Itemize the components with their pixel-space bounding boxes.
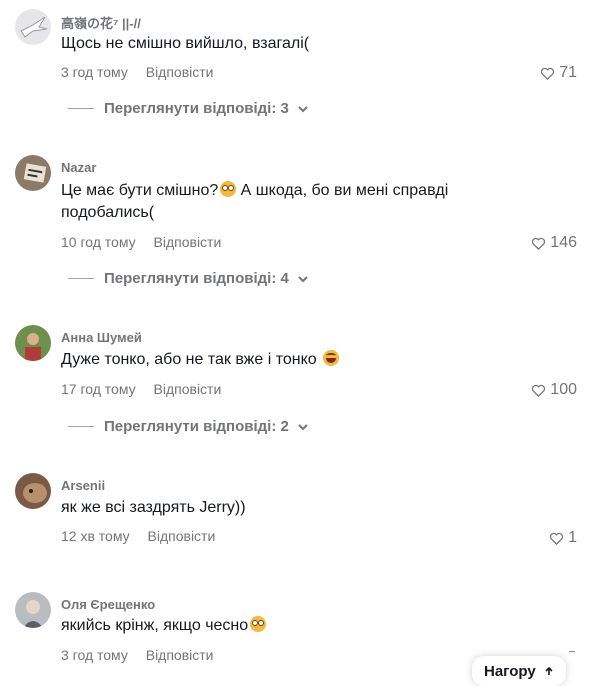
chevron-down-icon [298,423,308,430]
view-replies-button[interactable]: Переглянути відповіді: 3 [68,100,309,117]
flushed-emoji-icon [220,181,237,197]
comment-text: Це має бути смішно? А шкода, бо ви мені … [61,181,449,221]
person-avatar-icon [25,333,41,361]
reply-button[interactable]: Відповісти [154,381,222,397]
sign-avatar-icon [23,163,47,183]
avatar[interactable] [15,155,51,191]
like-count: 100 [550,381,577,398]
comment-meta: 10 год тому Відповісти [61,234,221,250]
reply-button[interactable]: Відповісти [154,234,222,250]
like-button[interactable]: 1 [549,529,577,547]
comment-author[interactable]: Nazar [61,160,96,175]
avatar[interactable] [15,473,51,509]
comment-text: Дуже тонко, або не так вже і тонко [61,349,491,371]
comment-meta: 3 год тому Відповісти [61,647,214,663]
like-button[interactable]: 146 [531,234,577,252]
chevron-down-icon [298,275,308,282]
flushed-emoji-icon [250,616,267,632]
view-replies-label: Переглянути відповіді: 4 [104,270,289,287]
comment-time: 3 год тому [61,647,128,663]
divider [569,651,575,652]
divider [68,426,94,427]
reply-button[interactable]: Відповісти [146,64,214,80]
heart-icon [532,384,546,397]
comment-author[interactable]: Анна Шумей [61,330,142,345]
avatar[interactable] [15,9,51,45]
view-replies-button[interactable]: Переглянути відповіді: 2 [68,418,309,435]
comment-time: 12 хв тому [61,528,130,544]
like-count: 1 [568,529,577,546]
pet-avatar-icon [23,483,47,503]
chevron-down-icon [298,105,308,112]
view-replies-button[interactable]: Переглянути відповіді: 4 [68,270,309,287]
arrow-up-icon [545,666,553,675]
comment-text: як же всі заздрять Jerry)) [61,499,246,516]
laughing-emoji-icon [323,350,340,366]
comment-time: 17 год тому [61,381,136,397]
comment-meta: 3 год тому Відповісти [61,64,214,80]
like-count: 146 [550,234,577,251]
view-replies-label: Переглянути відповіді: 2 [104,418,289,435]
view-replies-label: Переглянути відповіді: 3 [104,100,289,117]
like-button[interactable]: 71 [540,64,577,82]
divider [68,278,94,279]
reply-button[interactable]: Відповісти [148,528,216,544]
avatar[interactable] [15,592,51,628]
comment-text: Щось не смішно вийшло, взагалі( [61,35,310,52]
comment-meta: 17 год тому Відповісти [61,381,221,397]
comment-meta: 12 хв тому Відповісти [61,528,215,544]
heart-icon [541,67,555,80]
reply-button[interactable]: Відповісти [146,647,214,663]
divider [68,108,94,109]
comment-author[interactable]: Arsenii [61,478,105,493]
comment-time: 3 год тому [61,64,128,80]
person-avatar-icon [23,600,43,628]
back-to-top-label: Нагору [484,662,536,680]
comment-author[interactable]: 高嶺の花⁷ ||-// [61,13,141,32]
comment-text: якийсь крінж, якщо чесно [61,615,491,637]
heart-icon [532,237,546,250]
comment-author[interactable]: Оля Єрещенко [61,597,155,612]
bird-avatar-icon [20,16,48,38]
avatar[interactable] [15,325,51,361]
like-button[interactable]: 100 [531,381,577,399]
heart-icon [550,532,564,545]
like-count: 71 [559,64,577,81]
back-to-top-button[interactable]: Нагору [472,656,566,686]
comment-time: 10 год тому [61,234,136,250]
